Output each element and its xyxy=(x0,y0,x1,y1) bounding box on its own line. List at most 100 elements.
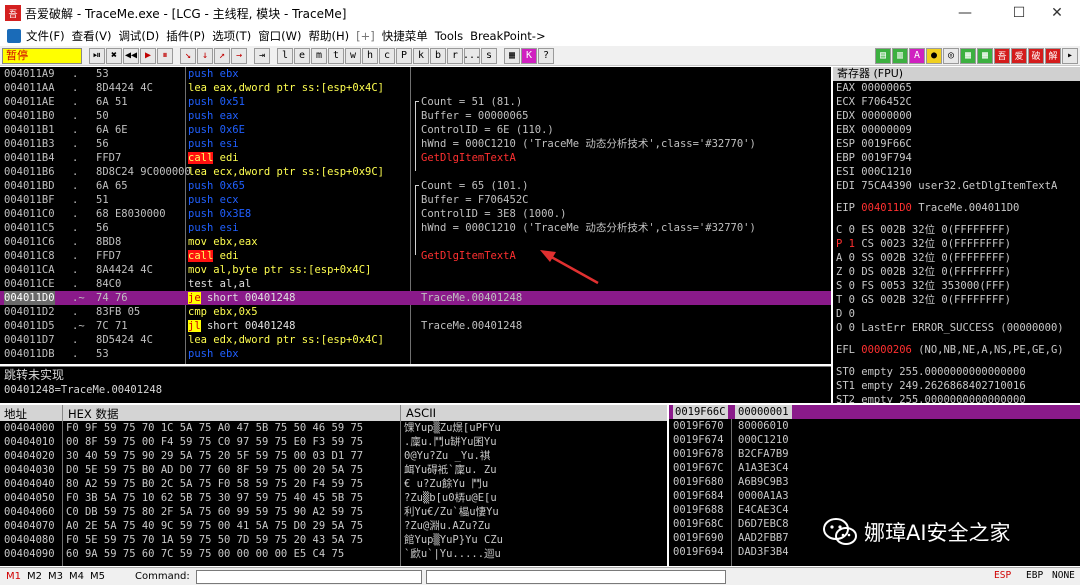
log-window-button[interactable]: l xyxy=(277,47,293,64)
stack-row[interactable]: 0019F674 000C1210 xyxy=(669,433,1080,447)
run-trace-button[interactable]: ... xyxy=(463,47,481,64)
execute-till-return-button[interactable]: ⇥ xyxy=(254,47,270,64)
step-into-button[interactable]: ↘ xyxy=(180,47,196,64)
step-over-button[interactable]: ↓ xyxy=(197,47,213,64)
memory-tab-m3[interactable]: M3 xyxy=(42,571,63,582)
register-eip[interactable]: EIP 004011D0 TraceMe.004011D0 xyxy=(833,201,1080,215)
run-button[interactable]: ▶ xyxy=(140,47,156,64)
register-eax[interactable]: EAX 00000065 xyxy=(833,81,1080,95)
dump-header-address[interactable]: 地址 xyxy=(4,406,27,422)
restart-button[interactable]: ◀◀ xyxy=(123,47,139,64)
flag-row[interactable]: P 1 CS 0023 32位 0(FFFFFFFF) xyxy=(833,237,1080,251)
menu-shortcuts[interactable]: 快捷菜单 xyxy=(382,28,435,44)
memory-dump-pane[interactable]: 地址 HEX 数据 ASCII 00404000 F0 9F 59 75 70 1… xyxy=(0,405,667,566)
dump-row[interactable]: 00404030 D0 5E 59 75 B0 AD D0 77 60 8F 59… xyxy=(0,463,667,477)
k-button[interactable]: K xyxy=(521,47,537,64)
memory-tab-m5[interactable]: M5 xyxy=(84,571,105,582)
stack-row[interactable]: 0019F66C 00000001 xyxy=(669,405,1080,419)
disassembly-pane[interactable]: 004011A9. 53 push ebx 004011AA. 8D4424 4C lea… xyxy=(0,67,831,364)
disasm-row[interactable]: 004011D2. 83FB 05 cmp ebx,0x5 xyxy=(0,305,831,319)
stack-follow-none[interactable]: NONE xyxy=(1052,570,1075,581)
disasm-row[interactable]: 004011CE. 84C0 test al,al xyxy=(0,277,831,291)
flag-row[interactable]: A 0 SS 002B 32位 0(FFFFFFFF) xyxy=(833,251,1080,265)
trace-over-button[interactable]: → xyxy=(231,47,247,64)
flag-row[interactable]: T 0 GS 002B 32位 0(FFFFFFFF) xyxy=(833,293,1080,307)
menu-help[interactable]: 帮助(H) xyxy=(309,28,357,44)
flag-o-lasterr[interactable]: O 0 LastErr ERROR_SUCCESS (00000000) xyxy=(833,321,1080,335)
register-esp[interactable]: ESP 0019F66C xyxy=(833,137,1080,151)
flag-row[interactable]: Z 0 DS 002B 32位 0(FFFFFFFF) xyxy=(833,265,1080,279)
plugin-button-more[interactable]: ▸ xyxy=(1062,47,1078,64)
menu-plus[interactable]: [+] xyxy=(356,29,382,43)
wuai-button-4[interactable]: 解 xyxy=(1045,47,1061,64)
register-ebx[interactable]: EBX 00000009 xyxy=(833,123,1080,137)
command-input[interactable] xyxy=(195,569,422,584)
menu-logo-icon[interactable] xyxy=(7,29,21,43)
plugin-button-target[interactable]: ◎ xyxy=(943,47,959,64)
registers-header[interactable]: 寄存器 (FPU) xyxy=(833,67,1080,81)
disasm-row[interactable]: 004011D0 .~ 74 76 je short 00401248 TraceMe.… xyxy=(0,291,831,305)
modules-window-button[interactable]: e xyxy=(294,47,310,64)
registers-pane[interactable]: 寄存器 (FPU) EAX 00000065 ECX F706452C EDX … xyxy=(833,67,1080,403)
menu-window[interactable]: 窗口(W) xyxy=(258,28,308,44)
stack-row[interactable]: 0019F684 0000A1A3 xyxy=(669,489,1080,503)
register-efl[interactable]: EFL 00000206 (NO,NB,NE,A,NS,PE,GE,G) xyxy=(833,343,1080,357)
minimize-button[interactable]: — xyxy=(942,0,988,26)
menu-plugins[interactable]: 插件(P) xyxy=(166,28,212,44)
stack-follow-esp[interactable]: ESP xyxy=(994,570,1011,581)
disasm-row[interactable]: 004011CA. 8A4424 4C mov al,byte ptr ss:[es… xyxy=(0,263,831,277)
handles-window-button[interactable]: h xyxy=(362,47,378,64)
wuai-button-2[interactable]: 爱 xyxy=(1011,47,1027,64)
stack-follow-ebp[interactable]: EBP xyxy=(1026,570,1043,581)
plugin-button-2[interactable]: ▥ xyxy=(892,47,908,64)
menu-file[interactable]: 文件(F) xyxy=(26,28,72,44)
memory-window-button[interactable]: m xyxy=(311,47,327,64)
open-button[interactable]: ⏯ xyxy=(89,47,105,64)
cpu-window-button[interactable]: c xyxy=(379,47,395,64)
source-window-button[interactable]: s xyxy=(481,47,497,64)
plugin-button-grid-1[interactable]: ▦ xyxy=(960,47,976,64)
command-history-dropdown[interactable] xyxy=(425,569,726,584)
memory-tab-m2[interactable]: M2 xyxy=(21,571,42,582)
dump-row[interactable]: 00404040 80 A2 59 75 B0 2C 5A 75 F0 58 59… xyxy=(0,477,667,491)
stack-row[interactable]: 0019F694 DAD3F3B4 xyxy=(669,545,1080,559)
menu-tools[interactable]: Tools xyxy=(435,29,470,43)
breakpoints-window-button[interactable]: b xyxy=(430,47,446,64)
dump-header-ascii[interactable]: ASCII xyxy=(406,406,436,420)
menu-view[interactable]: 查看(V) xyxy=(72,28,119,44)
disasm-row[interactable]: 004011D7. 8D5424 4C lea edx,dword ptr ss:[… xyxy=(0,333,831,347)
fpu-register[interactable]: ST2 empty 255.0000000000000000 xyxy=(833,393,1080,403)
disasm-row[interactable]: 004011D5 .~ 7C 71 jl short 00401248 TraceMe.… xyxy=(0,319,831,333)
wuai-button-1[interactable]: 吾 xyxy=(994,47,1010,64)
dump-row[interactable]: 00404070 A0 2E 5A 75 40 9C 59 75 00 41 5A… xyxy=(0,519,667,533)
plugin-button-1[interactable]: ▤ xyxy=(875,47,891,64)
stack-row[interactable]: 0019F670 80006010 xyxy=(669,419,1080,433)
dump-row[interactable]: 00404060 C0 DB 59 75 80 2F 5A 75 60 99 59… xyxy=(0,505,667,519)
stack-row[interactable]: 0019F688 E4CAE3C4 xyxy=(669,503,1080,517)
plugin-button-a[interactable]: A xyxy=(909,47,925,64)
patches-window-button[interactable]: P xyxy=(396,47,412,64)
flag-d[interactable]: D 0 xyxy=(833,307,1080,321)
stack-row[interactable]: 0019F680 A6B9C9B3 xyxy=(669,475,1080,489)
dump-row[interactable]: 00404090 60 9A 59 75 60 7C 59 75 00 00 00… xyxy=(0,547,667,561)
threads-window-button[interactable]: t xyxy=(328,47,344,64)
close-process-button[interactable]: ✖ xyxy=(106,47,122,64)
dump-header-hex[interactable]: HEX 数据 xyxy=(68,406,118,422)
dump-row[interactable]: 00404010 00 8F 59 75 00 F4 59 75 C0 97 59… xyxy=(0,435,667,449)
dump-row[interactable]: 00404020 30 40 59 75 90 29 5A 75 20 5F 59… xyxy=(0,449,667,463)
call-stack-button[interactable]: k xyxy=(413,47,429,64)
stack-row[interactable]: 0019F67C A1A3E3C4 xyxy=(669,461,1080,475)
help-button[interactable]: ? xyxy=(538,47,554,64)
windows-window-button[interactable]: w xyxy=(345,47,361,64)
menu-breakpoint[interactable]: BreakPoint-> xyxy=(470,29,553,43)
close-button[interactable]: ✕ xyxy=(1034,0,1080,26)
dump-row[interactable]: 00404000 F0 9F 59 75 70 1C 5A 75 A0 47 5B… xyxy=(0,421,667,435)
disasm-row[interactable]: 004011AA. 8D4424 4C lea eax,dword ptr ss:[… xyxy=(0,81,831,95)
menu-options[interactable]: 选项(T) xyxy=(212,28,258,44)
memory-tab-m4[interactable]: M4 xyxy=(63,571,84,582)
register-ebp[interactable]: EBP 0019F794 xyxy=(833,151,1080,165)
flag-row[interactable]: S 0 FS 0053 32位 353000(FFF) xyxy=(833,279,1080,293)
dump-row[interactable]: 00404080 F0 5E 59 75 70 1A 59 75 50 7D 59… xyxy=(0,533,667,547)
menu-debug[interactable]: 调试(D) xyxy=(118,28,166,44)
references-window-button[interactable]: r xyxy=(447,47,463,64)
